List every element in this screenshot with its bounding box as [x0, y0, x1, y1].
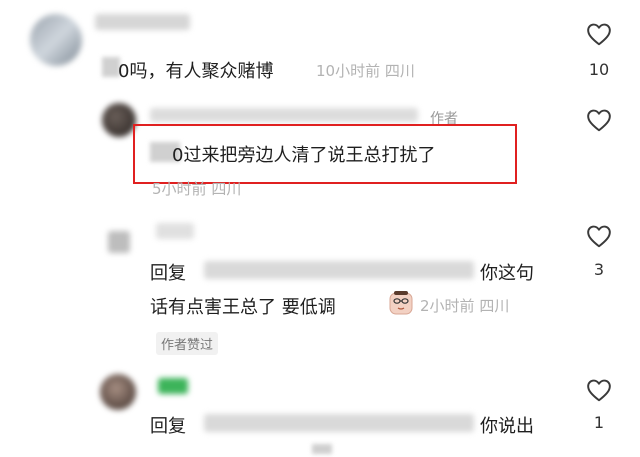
reply-prefix: 回复: [150, 416, 186, 437]
reply-tail: 你这句: [480, 263, 534, 284]
comment-time: 5小时前: [152, 180, 207, 198]
comment-meta: 5小时前 四川: [152, 178, 241, 199]
reply-tail: 你说出: [480, 416, 534, 437]
reply-prefix: 回复: [150, 263, 186, 284]
avatar[interactable]: [30, 14, 82, 66]
like-button[interactable]: [586, 108, 612, 132]
username-blurred[interactable]: [95, 14, 190, 30]
comment-text: 0吗，有人聚众赌博: [118, 61, 274, 82]
like-count: 3: [593, 260, 605, 279]
comment-meta: 10小时前 四川: [316, 60, 415, 81]
heart-outline-icon: [586, 378, 612, 402]
author-liked-tag: 作者赞过: [156, 332, 219, 355]
username-blurred[interactable]: [150, 108, 418, 122]
comment-location: 四川: [384, 62, 415, 80]
heart-outline-icon: [586, 108, 612, 132]
sticker-emoji-icon: [388, 290, 414, 316]
heart-outline-icon: [586, 22, 612, 46]
avatar[interactable]: [108, 231, 130, 253]
like-count: 10: [588, 60, 610, 79]
comment-text: 0过来把旁边人清了说王总打扰了: [172, 145, 436, 166]
like-button[interactable]: [586, 22, 612, 46]
like-count: 1: [593, 413, 605, 432]
redacted-text: [312, 444, 332, 454]
reply-target-blurred[interactable]: [204, 414, 474, 432]
reply-target-blurred[interactable]: [204, 261, 474, 279]
avatar[interactable]: [102, 103, 136, 137]
like-button[interactable]: [586, 224, 612, 248]
comment-location: 四川: [211, 180, 242, 198]
comment-location: 四川: [479, 297, 510, 315]
username-blurred[interactable]: [158, 378, 188, 394]
heart-outline-icon: [586, 224, 612, 248]
like-button[interactable]: [586, 378, 612, 402]
comment-text: 话有点害王总了 要低调: [150, 297, 336, 318]
comment-time: 2小时前: [420, 297, 475, 315]
comment-time: 10小时前: [316, 62, 381, 80]
username-blurred[interactable]: [156, 223, 194, 239]
comment-meta: 2小时前 四川: [420, 295, 509, 316]
avatar[interactable]: [100, 374, 136, 410]
